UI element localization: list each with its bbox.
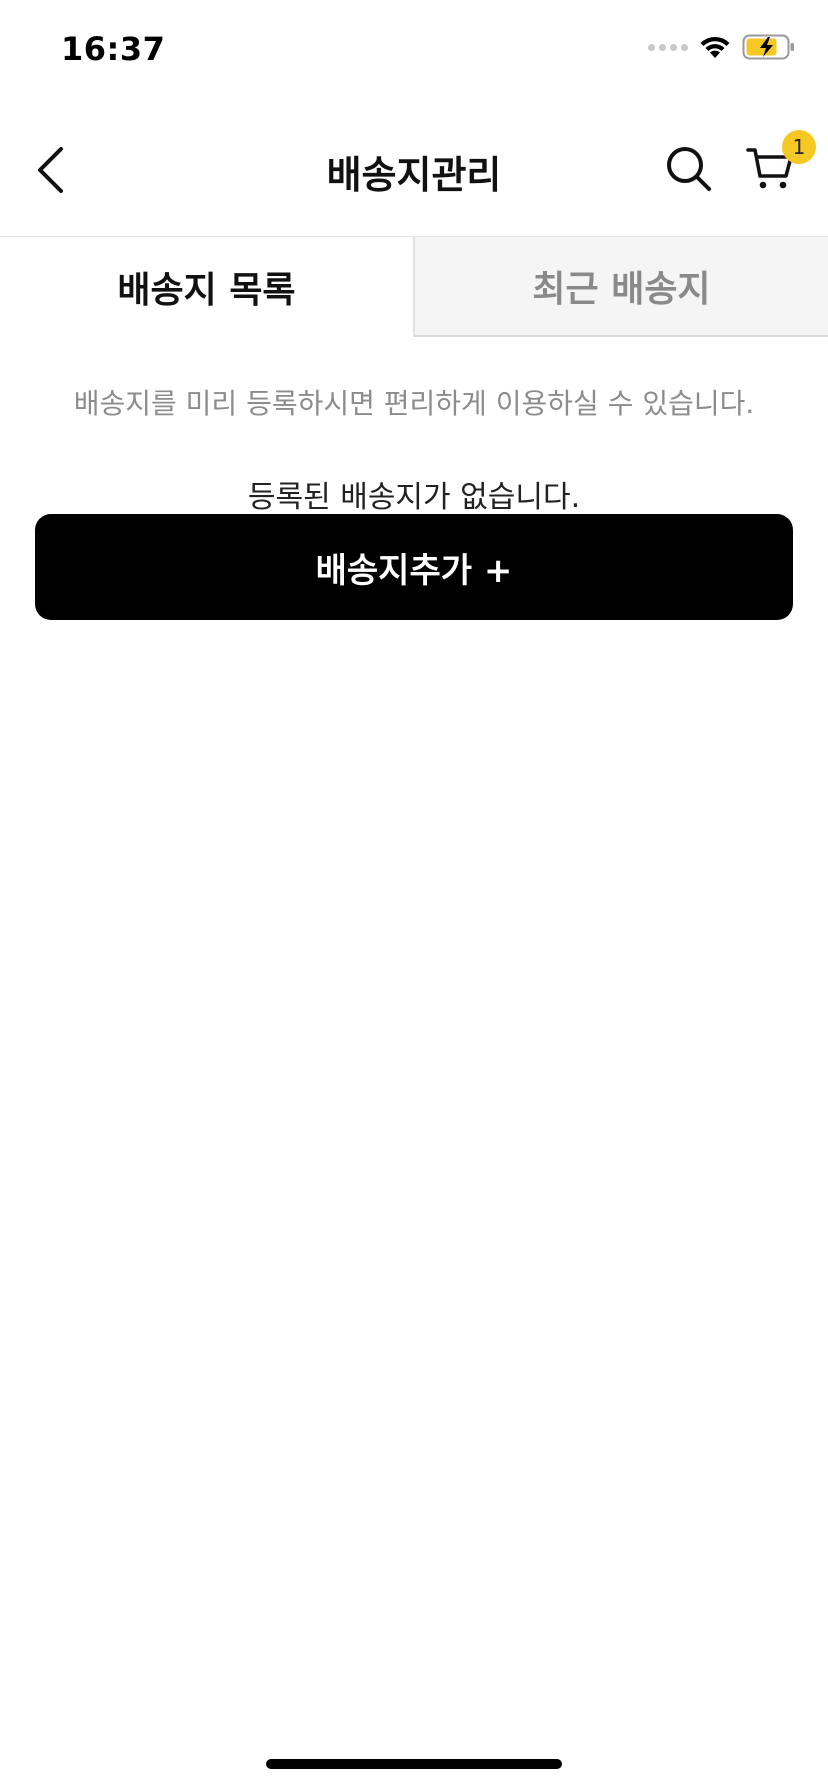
wifi-icon (700, 36, 730, 58)
tab-address-list[interactable]: 배송지 목록 (0, 237, 413, 337)
empty-state-text: 등록된 배송지가 없습니다. (247, 480, 581, 515)
battery-charging-icon (742, 34, 794, 60)
cart-count-badge: 1 (782, 130, 816, 164)
address-tabs: 배송지 목록 최근 배송지 (0, 237, 828, 337)
status-icons (648, 34, 796, 60)
status-bar: 16:37 (0, 0, 828, 100)
search-button[interactable] (662, 142, 716, 196)
cellular-signal-icon (648, 43, 688, 51)
add-address-button[interactable]: 배송지추가 + (35, 514, 793, 620)
status-time: 16:37 (61, 30, 166, 68)
info-text: 배송지를 미리 등록하시면 편리하게 이용하실 수 있습니다. (73, 387, 755, 420)
tab-recent-address[interactable]: 최근 배송지 (413, 237, 828, 337)
top-navigation-bar: 배송지관리 1 (0, 100, 828, 237)
search-icon (667, 147, 711, 191)
cart-button[interactable]: 1 (742, 130, 816, 198)
home-indicator (266, 1759, 562, 1769)
